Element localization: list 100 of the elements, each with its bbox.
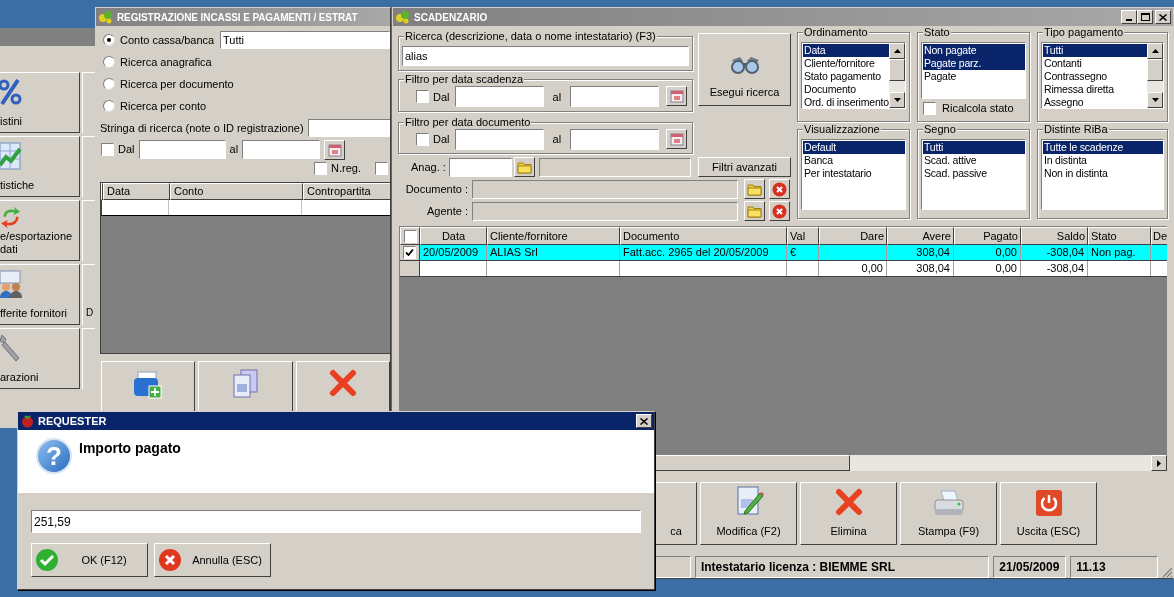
folder-button[interactable] <box>744 179 765 199</box>
cancel-button[interactable]: Annulla (ESC) <box>154 543 271 577</box>
amount-field[interactable]: 251,59 <box>31 510 641 533</box>
radio-button[interactable] <box>103 56 115 68</box>
search-button[interactable]: Esegui ricerca <box>698 33 791 106</box>
maximize-button[interactable] <box>1137 10 1153 24</box>
arrow-up-icon[interactable] <box>893 49 901 53</box>
search-field[interactable]: alias <box>402 46 689 66</box>
list-item[interactable]: Tutti <box>1043 44 1147 57</box>
arrow-down-icon[interactable] <box>893 98 901 102</box>
list-item[interactable]: Stato pagamento <box>803 70 889 83</box>
list-item[interactable]: Scad. passive <box>923 167 1025 180</box>
folder-button[interactable] <box>744 201 765 221</box>
column-header[interactable]: De <box>1151 227 1167 245</box>
date-field[interactable] <box>454 86 544 108</box>
table-row[interactable]: 0,00 308,04 0,00 -308,04 <box>400 261 1167 277</box>
arrow-up-icon[interactable] <box>1151 49 1159 53</box>
menu-tile[interactable]: tistiche <box>0 136 80 197</box>
list-box[interactable]: Tutti Contanti Contrassegno Rimessa diretta Assegno <box>1041 42 1164 109</box>
list-box[interactable]: Data Cliente/fornitore Stato pagamento Documento Ord. di inserimento <box>801 42 906 109</box>
radio-button[interactable] <box>103 34 115 46</box>
menu-tile[interactable] <box>82 136 95 197</box>
column-header[interactable]: Data <box>103 182 170 200</box>
column-header[interactable]: Data <box>420 227 487 245</box>
column-header[interactable]: Val <box>787 227 819 245</box>
list-item[interactable]: Rimessa diretta <box>1043 83 1147 96</box>
checkbox[interactable] <box>101 143 114 157</box>
list-box[interactable]: Non pagate Pagate parz. Pagate <box>921 42 1026 99</box>
calendar-button[interactable] <box>666 86 688 106</box>
toolbar-button[interactable]: Elimina <box>800 482 897 545</box>
column-header[interactable]: Dare <box>819 227 887 245</box>
column-header[interactable]: Cliente/fornitore <box>487 227 620 245</box>
calendar-button[interactable] <box>666 128 688 149</box>
menu-tile[interactable]: D <box>82 264 95 325</box>
list-item[interactable]: Ord. di inserimento <box>803 96 889 109</box>
column-header[interactable]: Avere <box>887 227 954 245</box>
list-item[interactable]: Pagate <box>923 70 1025 83</box>
date-field[interactable] <box>242 140 321 160</box>
clear-button[interactable] <box>769 201 790 221</box>
list-item[interactable]: Banca <box>803 154 905 167</box>
scrollbar[interactable] <box>1147 43 1163 108</box>
toolbar-button[interactable]: Stampa (F9) <box>900 482 997 545</box>
row-header[interactable] <box>400 261 420 276</box>
column-header[interactable]: Saldo <box>1021 227 1088 245</box>
search-field[interactable] <box>307 118 390 137</box>
table-row[interactable]: 20/05/2009 ALIAS Srl Fatt.acc. 2965 del 20/05/2009 € 308,04 0,00 -308,04 Non pag. <box>400 245 1167 261</box>
menu-tile[interactable]: istini <box>0 72 80 133</box>
account-field[interactable]: Tutti <box>220 31 390 49</box>
toolbar-button[interactable]: Uscita (ESC) <box>1000 482 1097 545</box>
menu-tile[interactable]: fferite fornitori <box>0 264 80 325</box>
column-header[interactable]: Pagato <box>954 227 1021 245</box>
advanced-filters-button[interactable]: Filtri avanzati <box>698 157 791 177</box>
list-item[interactable]: Tutte le scadenze <box>1043 141 1163 154</box>
row-header[interactable] <box>400 245 420 260</box>
list-item[interactable]: Contrassegno <box>1043 70 1147 83</box>
list-item[interactable]: Contanti <box>1043 57 1147 70</box>
date-field[interactable] <box>454 128 544 150</box>
scroll-right-button[interactable] <box>1151 455 1167 471</box>
checkbox[interactable] <box>416 90 429 104</box>
toolbar-button[interactable]: Modifica (F2) <box>700 482 797 545</box>
column-header[interactable]: Contropartita <box>303 182 390 200</box>
date-field[interactable] <box>570 86 660 108</box>
checkbox[interactable] <box>416 132 429 146</box>
column-header[interactable]: Documento <box>620 227 787 245</box>
list-item[interactable]: Documento <box>803 83 889 96</box>
column-header[interactable]: Conto <box>170 182 303 200</box>
menu-tile[interactable] <box>82 200 95 261</box>
radio-label[interactable]: Ricerca per conto <box>120 97 207 115</box>
checkbox[interactable] <box>403 246 416 259</box>
list-box[interactable]: Tutti Scad. attive Scad. passive <box>921 139 1026 210</box>
list-item[interactable]: Tutti <box>923 141 1025 154</box>
toolbar-button[interactable]: ca <box>656 482 697 545</box>
close-button[interactable] <box>1155 10 1171 24</box>
clear-button[interactable] <box>769 179 790 199</box>
list-item[interactable]: Default <box>803 141 905 154</box>
list-item[interactable]: Assegno <box>1043 96 1147 109</box>
radio-label[interactable]: Ricerca per documento <box>120 75 234 93</box>
list-box[interactable]: Default Banca Per intestatario <box>801 139 906 210</box>
date-field[interactable] <box>138 140 226 160</box>
list-item[interactable]: Non in distinta <box>1043 167 1163 180</box>
radio-button[interactable] <box>103 78 115 90</box>
scrollbar[interactable] <box>889 43 905 108</box>
ok-button[interactable]: OK (F12) <box>31 543 148 577</box>
calendar-button[interactable] <box>324 139 346 160</box>
list-item[interactable]: Non pagate <box>923 44 1025 57</box>
date-field[interactable] <box>570 128 660 150</box>
minimize-button[interactable] <box>1121 10 1137 24</box>
arrow-right-icon[interactable] <box>1157 459 1161 467</box>
radio-label[interactable]: Ricerca anagrafica <box>120 53 212 71</box>
arrow-down-icon[interactable] <box>1151 98 1159 102</box>
menu-tile[interactable]: e/esportazione dati <box>0 200 80 261</box>
list-item[interactable]: Data <box>803 44 889 57</box>
list-item[interactable]: Pagate parz. <box>923 57 1025 70</box>
checkbox[interactable] <box>923 101 936 115</box>
list-item[interactable]: In distinta <box>1043 154 1163 167</box>
menu-tile[interactable]: arazioni <box>0 328 80 389</box>
checkbox[interactable] <box>314 162 328 176</box>
radio-label[interactable]: Conto cassa/banca <box>120 31 216 49</box>
column-header[interactable]: Stato <box>1088 227 1151 245</box>
menu-tile[interactable] <box>82 72 95 133</box>
